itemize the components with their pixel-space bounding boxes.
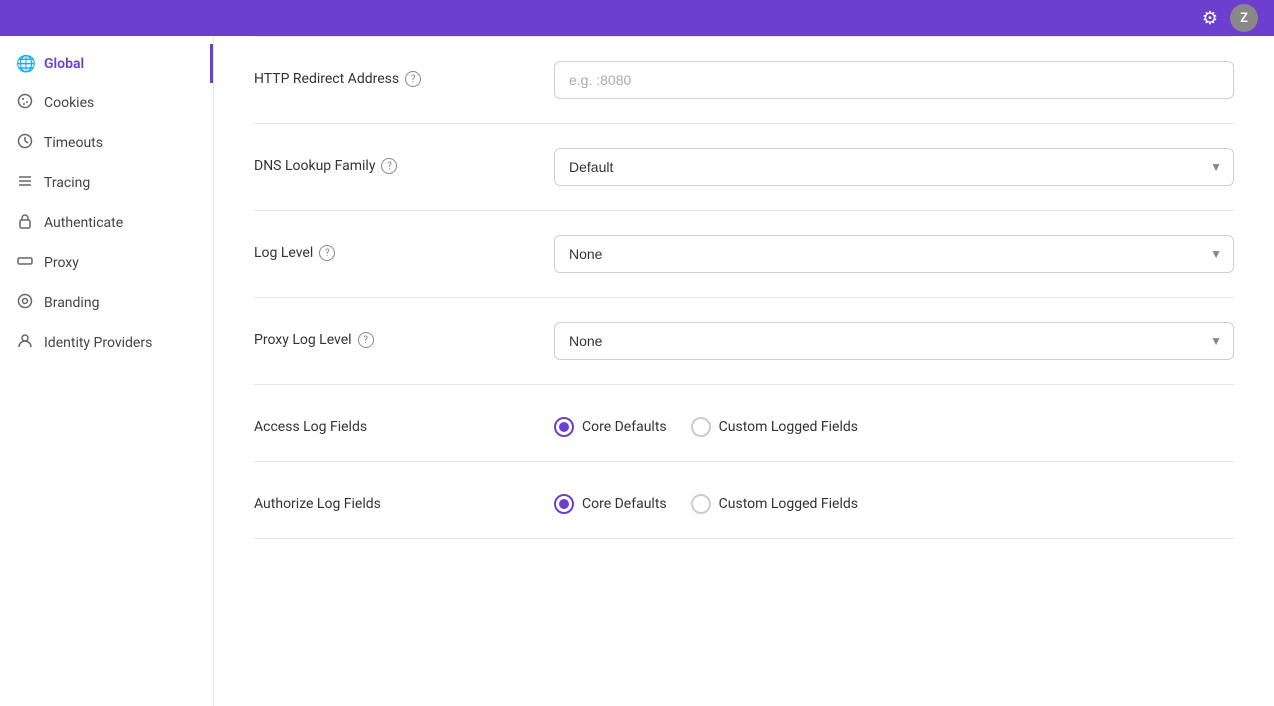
access-log-core-defaults-option[interactable]: Core Defaults (554, 417, 667, 437)
authorize-log-fields-radio-group: Core Defaults Custom Logged Fields (554, 486, 1234, 514)
log-level-label: Log Level ? (254, 245, 534, 261)
sidebar-item-label: Proxy (44, 255, 79, 271)
authorize-log-fields-row: Authorize Log Fields Core Defaults Custo… (254, 462, 1234, 539)
proxy-icon (16, 253, 34, 273)
proxy-log-level-select[interactable]: None Debug Info Warn Error (554, 322, 1234, 360)
sidebar-item-cookies[interactable]: Cookies (0, 83, 213, 123)
dns-lookup-label-col: DNS Lookup Family ? (254, 148, 534, 174)
dns-lookup-select[interactable]: Default V4Only V6Only Auto (554, 148, 1234, 186)
dns-lookup-help-icon[interactable]: ? (381, 158, 397, 174)
http-redirect-help-icon[interactable]: ? (405, 71, 421, 87)
log-level-select[interactable]: None Debug Info Warn Error (554, 235, 1234, 273)
sidebar-item-proxy[interactable]: Proxy (0, 243, 213, 283)
sidebar-item-label: Tracing (44, 175, 90, 191)
authorize-log-fields-label-col: Authorize Log Fields (254, 486, 534, 512)
proxy-log-level-control: None Debug Info Warn Error ▼ (554, 322, 1234, 360)
sidebar-item-label: Authenticate (44, 215, 123, 231)
access-log-fields-label: Access Log Fields (254, 419, 534, 435)
globe-icon: 🌐 (16, 54, 34, 73)
proxy-log-level-select-wrapper: None Debug Info Warn Error ▼ (554, 322, 1234, 360)
access-log-fields-row: Access Log Fields Core Defaults Custom L… (254, 385, 1234, 462)
sidebar-item-label: Branding (44, 295, 99, 311)
sidebar-item-label: Global (44, 56, 84, 72)
proxy-log-level-label: Proxy Log Level ? (254, 332, 534, 348)
log-level-row: Log Level ? None Debug Info Warn Error ▼ (254, 211, 1234, 298)
log-level-label-col: Log Level ? (254, 235, 534, 261)
dns-lookup-control: Default V4Only V6Only Auto ▼ (554, 148, 1234, 186)
sidebar-item-branding[interactable]: Branding (0, 283, 213, 323)
sidebar-item-tracing[interactable]: Tracing (0, 163, 213, 203)
sidebar-item-label: Cookies (44, 95, 94, 111)
access-log-core-defaults-radio[interactable] (554, 417, 574, 437)
avatar[interactable]: Z (1230, 4, 1258, 32)
proxy-log-level-help-icon[interactable]: ? (358, 332, 374, 348)
access-log-custom-radio[interactable] (691, 417, 711, 437)
cookies-icon (16, 93, 34, 113)
clock-icon (16, 133, 34, 153)
dns-lookup-label: DNS Lookup Family ? (254, 158, 534, 174)
http-redirect-label: HTTP Redirect Address ? (254, 71, 534, 87)
authorize-log-fields-label: Authorize Log Fields (254, 496, 534, 512)
content-area: HTTP Redirect Address ? DNS Lookup Famil… (214, 36, 1274, 706)
http-redirect-control (554, 61, 1234, 99)
sidebar-item-timeouts[interactable]: Timeouts (0, 123, 213, 163)
topbar: ⚙ Z (0, 0, 1274, 36)
dns-lookup-row: DNS Lookup Family ? Default V4Only V6Onl… (254, 124, 1234, 211)
sidebar-item-identity-providers[interactable]: Identity Providers (0, 323, 213, 363)
access-log-custom-option[interactable]: Custom Logged Fields (691, 417, 858, 437)
lock-icon (16, 213, 34, 233)
gear-icon[interactable]: ⚙ (1202, 8, 1218, 29)
dns-lookup-select-wrapper: Default V4Only V6Only Auto ▼ (554, 148, 1234, 186)
branding-icon (16, 293, 34, 313)
proxy-log-level-label-col: Proxy Log Level ? (254, 322, 534, 348)
access-log-fields-control: Core Defaults Custom Logged Fields (554, 409, 1234, 437)
person-icon (16, 333, 34, 353)
authorize-log-core-defaults-option[interactable]: Core Defaults (554, 494, 667, 514)
http-redirect-row: HTTP Redirect Address ? (254, 37, 1234, 124)
log-level-select-wrapper: None Debug Info Warn Error ▼ (554, 235, 1234, 273)
sidebar-item-authenticate[interactable]: Authenticate (0, 203, 213, 243)
authorize-log-custom-option[interactable]: Custom Logged Fields (691, 494, 858, 514)
authorize-log-custom-radio[interactable] (691, 494, 711, 514)
log-level-control: None Debug Info Warn Error ▼ (554, 235, 1234, 273)
http-redirect-input[interactable] (554, 61, 1234, 99)
sidebar: 🌐 Global Cookies Tim (0, 36, 214, 706)
form-section: HTTP Redirect Address ? DNS Lookup Famil… (214, 36, 1274, 539)
authorize-log-fields-control: Core Defaults Custom Logged Fields (554, 486, 1234, 514)
sidebar-item-label: Identity Providers (44, 335, 152, 351)
access-log-fields-label-col: Access Log Fields (254, 409, 534, 435)
log-level-help-icon[interactable]: ? (319, 245, 335, 261)
http-redirect-label-col: HTTP Redirect Address ? (254, 61, 534, 87)
sidebar-item-label: Timeouts (44, 135, 103, 151)
authorize-log-core-defaults-radio[interactable] (554, 494, 574, 514)
proxy-log-level-row: Proxy Log Level ? None Debug Info Warn E… (254, 298, 1234, 385)
sidebar-item-global[interactable]: 🌐 Global (0, 44, 213, 83)
access-log-fields-radio-group: Core Defaults Custom Logged Fields (554, 409, 1234, 437)
main-layout: 🌐 Global Cookies Tim (0, 36, 1274, 706)
tracing-icon (16, 173, 34, 193)
